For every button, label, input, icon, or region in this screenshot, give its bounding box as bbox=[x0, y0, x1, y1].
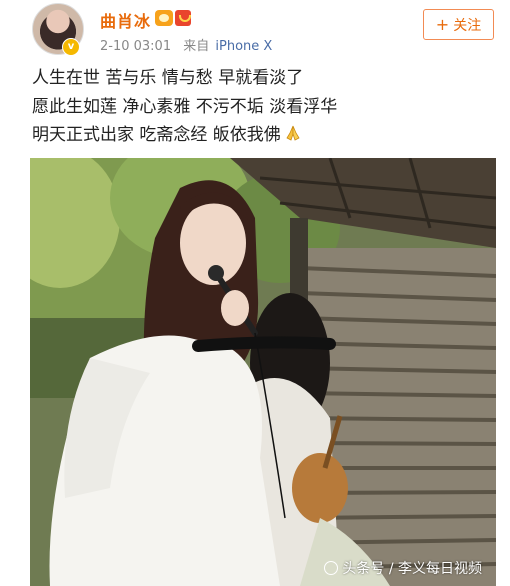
post-line-3: 明天正式出家 吃斋念经 皈依我佛 bbox=[32, 121, 492, 150]
pray-hands-icon bbox=[286, 125, 300, 141]
follow-button[interactable]: + 关注 bbox=[423, 9, 494, 40]
watermark-text: 头条号 / 李义每日视频 bbox=[342, 561, 482, 577]
post-line: 愿此生如莲 净心素雅 不污不垢 淡看浮华 bbox=[32, 96, 338, 117]
verified-badge-icon: v bbox=[62, 38, 80, 56]
source-label: 来自 bbox=[183, 39, 210, 54]
plus-icon: + bbox=[435, 14, 450, 34]
post-meta: 2-10 03:01 来自 iPhone X bbox=[100, 35, 272, 54]
toutiao-logo-icon bbox=[324, 561, 339, 575]
post-image[interactable]: 头条号 / 李义每日视频 bbox=[30, 158, 496, 586]
author-name[interactable]: 曲肖冰 bbox=[100, 8, 151, 32]
post-time[interactable]: 2-10 03:01 bbox=[100, 39, 171, 54]
watermark: 头条号 / 李义每日视频 bbox=[324, 558, 482, 578]
vip-badge-icon[interactable] bbox=[155, 10, 173, 26]
member-badge-icon[interactable] bbox=[175, 10, 191, 26]
follow-label: 关注 bbox=[453, 17, 482, 34]
post-header: v 曲肖冰 2-10 03:01 来自 iPhone X + 关注 bbox=[0, 0, 510, 60]
post-image-illustration bbox=[30, 158, 496, 586]
post-text: 人生在世 苦与乐 情与愁 早就看淡了 愿此生如莲 净心素雅 不污不垢 淡看浮华 … bbox=[32, 64, 492, 150]
post-source[interactable]: iPhone X bbox=[215, 39, 272, 54]
post-line: 明天正式出家 吃斋念经 皈依我佛 bbox=[32, 125, 281, 145]
post-line: 人生在世 苦与乐 情与愁 早就看淡了 bbox=[32, 68, 304, 88]
